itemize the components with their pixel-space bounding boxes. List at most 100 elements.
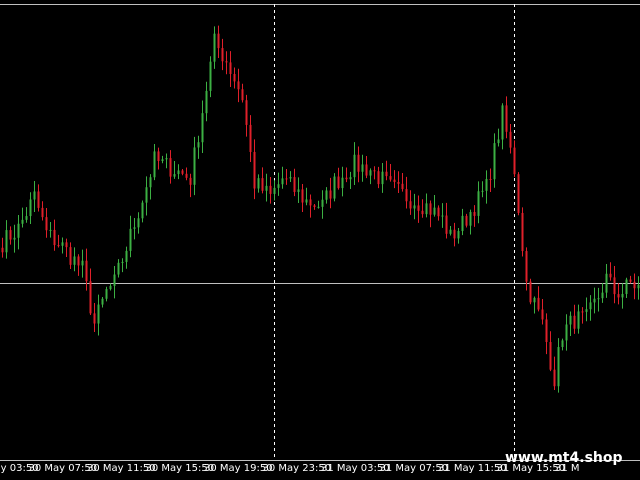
candle-body xyxy=(613,277,616,295)
candle-body xyxy=(81,260,84,266)
candle-body xyxy=(629,279,632,282)
candle-body xyxy=(357,154,360,172)
candle-body xyxy=(349,177,352,180)
candle-body xyxy=(477,191,480,216)
candle-body xyxy=(313,205,316,207)
candle-body xyxy=(225,61,228,63)
candle-body xyxy=(565,324,568,341)
candle-body xyxy=(617,294,620,298)
candle-body xyxy=(545,319,548,342)
candle-body xyxy=(433,207,436,215)
candle-body xyxy=(257,178,260,189)
candle-body xyxy=(537,297,540,310)
candle-body xyxy=(305,199,308,203)
candle-body xyxy=(189,177,192,185)
price-chart: 30 May 03:5030 May 07:5030 May 11:5030 M… xyxy=(0,0,640,480)
candle-body xyxy=(553,369,556,387)
candle-body xyxy=(61,242,64,246)
candle-body xyxy=(149,177,152,188)
candle-body xyxy=(633,281,636,289)
candle-body xyxy=(333,176,336,199)
candle-body xyxy=(281,178,284,185)
candle-body xyxy=(453,229,456,239)
candle-body xyxy=(621,293,624,298)
candle-body xyxy=(53,229,56,246)
candle-body xyxy=(133,227,136,229)
candle-body xyxy=(169,158,172,177)
candle-body xyxy=(253,151,256,189)
candle-body xyxy=(557,347,560,387)
candle-body xyxy=(49,229,52,231)
candle-body xyxy=(549,341,552,370)
candle-body xyxy=(185,173,188,178)
candle-body xyxy=(309,199,312,206)
candle-body xyxy=(25,216,28,220)
candle-body xyxy=(237,81,240,90)
candle-body xyxy=(425,203,428,215)
candle-body xyxy=(521,212,524,252)
candle-body xyxy=(317,206,320,208)
candle-body xyxy=(413,205,416,209)
candle-body xyxy=(117,262,120,275)
candle-body xyxy=(397,181,400,184)
candle-body xyxy=(373,170,376,172)
candle-body xyxy=(469,212,472,226)
candle-body xyxy=(85,260,88,282)
candle-body xyxy=(21,219,24,224)
candle-body xyxy=(69,247,72,265)
candle-body xyxy=(365,164,368,176)
candle-body xyxy=(409,201,412,209)
candle-body xyxy=(597,298,600,300)
candle-body xyxy=(297,189,300,192)
candle xyxy=(517,172,520,216)
candle-body xyxy=(381,171,384,185)
candle-body xyxy=(393,179,396,182)
candle-body xyxy=(157,151,160,162)
candle-body xyxy=(205,90,208,114)
candle-body xyxy=(109,285,112,290)
candle-body xyxy=(177,170,180,175)
candle-body xyxy=(17,223,20,238)
candle-body xyxy=(121,261,124,263)
candle-body xyxy=(289,177,292,179)
candle-body xyxy=(165,158,168,160)
candle-body xyxy=(105,289,108,299)
watermark-text: www.mt4.shop xyxy=(505,450,623,466)
candle-body xyxy=(93,313,96,324)
candle-body xyxy=(125,250,128,262)
candle-body xyxy=(161,159,164,162)
candle-body xyxy=(377,171,380,185)
candle-body xyxy=(249,124,252,152)
candle-body xyxy=(481,190,484,192)
candle-body xyxy=(285,178,288,180)
candle-body xyxy=(65,242,68,248)
candle-body xyxy=(601,292,604,299)
candle-body xyxy=(605,273,608,293)
candle-body xyxy=(589,302,592,310)
candle-body xyxy=(441,215,444,217)
candle-body xyxy=(345,177,348,180)
candle-body xyxy=(37,191,40,208)
candle-body xyxy=(9,230,12,240)
candle-body xyxy=(541,309,544,320)
candle-body xyxy=(609,273,612,278)
candle-body xyxy=(389,176,392,180)
candle-body xyxy=(45,217,48,231)
candle-body xyxy=(445,215,448,234)
candle-body xyxy=(405,189,408,202)
candle-body xyxy=(353,154,356,178)
candle-body xyxy=(141,202,144,219)
candle-body xyxy=(561,340,564,348)
candle-body xyxy=(201,113,204,143)
candle-body xyxy=(221,48,224,62)
candle-body xyxy=(437,207,440,217)
candle-body xyxy=(41,207,44,218)
candle-body xyxy=(369,170,372,176)
candle-body xyxy=(525,251,528,282)
candle-body xyxy=(137,218,140,228)
candle-body xyxy=(217,33,220,49)
candle-body xyxy=(101,298,104,305)
candle-body xyxy=(533,297,536,303)
candle-body xyxy=(265,185,268,191)
candle-body xyxy=(273,187,276,194)
